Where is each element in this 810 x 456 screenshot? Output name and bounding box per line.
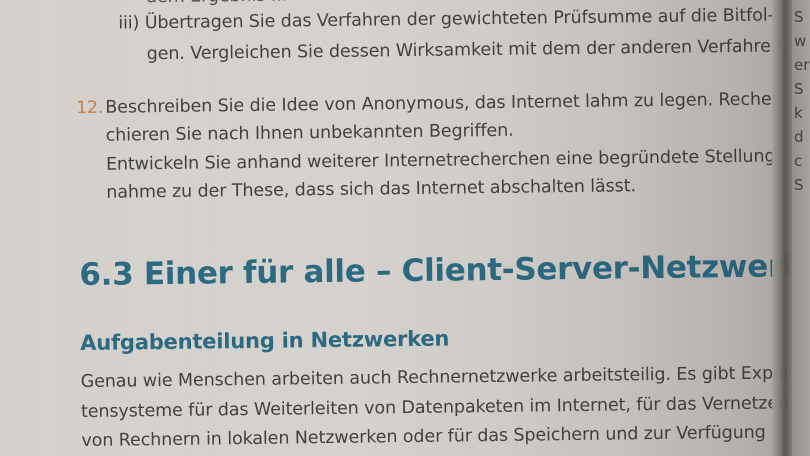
edge-letter: S <box>794 80 804 98</box>
edge-letter: w <box>794 32 807 50</box>
exercise-12-line-4: nahme zu der These, dass sich das Intern… <box>106 176 636 203</box>
book-photo: dem Ergebnis ... iii) Übertragen Sie das… <box>0 0 810 456</box>
section-heading: 6.3 Einer für alle – Client-Server-Netzw… <box>79 247 790 294</box>
edge-letter: er <box>794 56 810 74</box>
edge-letters: S w er S k d c S <box>794 8 809 194</box>
exercise-12-line-2: chieren Sie nach Ihnen unbekannten Begri… <box>105 120 514 146</box>
exercise-12-line-3: Entwickeln Sie anhand weiterer Internetr… <box>105 146 782 175</box>
book-page: dem Ergebnis ... iii) Übertragen Sie das… <box>0 0 790 456</box>
edge-letter: k <box>794 104 803 122</box>
body-line-2: tensysteme für das Weiterleiten von Date… <box>80 393 790 423</box>
edge-letter: d <box>794 128 804 146</box>
edge-letter: c <box>794 152 803 170</box>
page-content: dem Ergebnis ... iii) Übertragen Sie das… <box>0 0 790 456</box>
exercise-iii-line-2: gen. Vergleichen Sie dessen Wirksamkeit … <box>146 36 788 65</box>
edge-letter: S <box>794 176 804 194</box>
body-line-1: Genau wie Menschen arbeiten auch Rechner… <box>80 363 790 393</box>
subheading: Aufgabenteilung in Netzwerken <box>80 326 450 356</box>
exercise-iii-line-1: iii) Übertragen Sie das Verfahren der ge… <box>118 5 774 34</box>
exercise-number: 12. <box>76 97 104 119</box>
next-page-edge: S w er S k d c S <box>792 0 810 456</box>
cut-off-line: dem Ergebnis ... <box>146 0 287 8</box>
book-spine <box>772 0 794 456</box>
body-line-3: von Rechnern in lokalen Netzwerken oder … <box>81 422 766 452</box>
exercise-12-line-1: Beschreiben Sie die Idee von Anonymous, … <box>105 89 784 118</box>
edge-letter: S <box>794 8 804 26</box>
